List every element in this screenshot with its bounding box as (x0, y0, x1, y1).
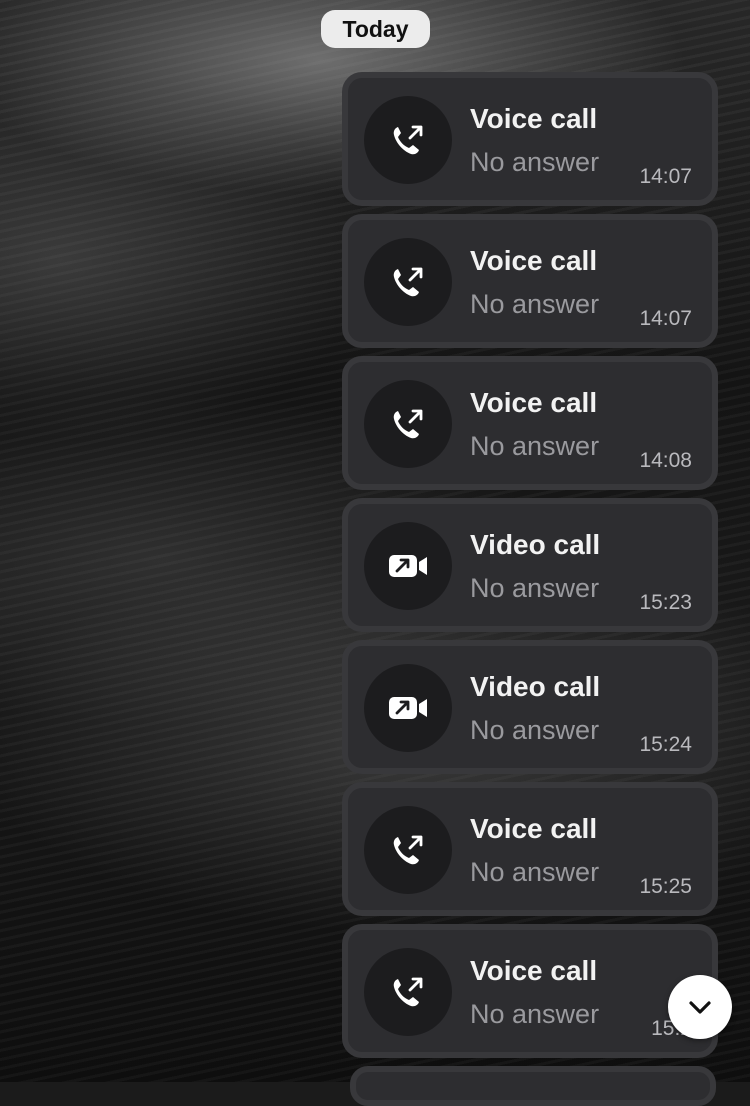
call-title: Voice call (470, 103, 598, 134)
outgoing-voice-call-icon (393, 977, 423, 1007)
call-title: Voice call (470, 245, 598, 276)
outgoing-voice-call-icon (393, 835, 423, 865)
call-bubble[interactable]: Voice call No answer 15:2 (342, 924, 718, 1058)
call-bubble-partial[interactable] (350, 1066, 716, 1106)
call-time: 15:24 (639, 733, 692, 756)
call-icon-circle (364, 238, 452, 326)
call-status: No answer (470, 573, 600, 603)
call-icon-circle (364, 806, 452, 894)
outgoing-voice-call-icon (393, 125, 423, 155)
call-status: No answer (470, 715, 600, 745)
call-time: 14:08 (639, 449, 692, 472)
message-list: Voice call No answer 14:07 Voice call No… (342, 72, 718, 1066)
call-icon-circle (364, 380, 452, 468)
call-bubble[interactable]: Video call No answer 15:24 (342, 640, 718, 774)
outgoing-voice-call-icon (393, 409, 423, 439)
outgoing-voice-call-icon (393, 267, 423, 297)
date-separator: Today (321, 10, 430, 48)
call-bubble[interactable]: Voice call No answer 14:08 (342, 356, 718, 490)
call-bubble[interactable]: Voice call No answer 15:25 (342, 782, 718, 916)
call-time: 14:07 (639, 307, 692, 330)
scroll-to-bottom-button[interactable] (668, 975, 732, 1039)
call-status: No answer (470, 147, 600, 177)
call-time: 14:07 (639, 165, 692, 188)
call-title: Voice call (470, 813, 598, 844)
call-status: No answer (470, 999, 600, 1029)
call-title: Video call (470, 529, 601, 560)
call-title: Voice call (470, 387, 598, 418)
call-icon-circle (364, 664, 452, 752)
call-icon-circle (364, 96, 452, 184)
call-title: Video call (470, 671, 601, 702)
call-bubble[interactable]: Voice call No answer 14:07 (342, 72, 718, 206)
call-status: No answer (470, 857, 600, 887)
call-status: No answer (470, 289, 600, 319)
call-icon-circle (364, 948, 452, 1036)
call-title: Voice call (470, 955, 598, 986)
outgoing-video-call-icon (389, 555, 427, 577)
chevron-down-icon (689, 1001, 711, 1014)
call-bubble[interactable]: Video call No answer 15:23 (342, 498, 718, 632)
call-time: 15:23 (639, 591, 692, 614)
call-icon-circle (364, 522, 452, 610)
outgoing-video-call-icon (389, 697, 427, 719)
call-status: No answer (470, 431, 600, 461)
call-bubble[interactable]: Voice call No answer 14:07 (342, 214, 718, 348)
call-time: 15:25 (639, 875, 692, 898)
